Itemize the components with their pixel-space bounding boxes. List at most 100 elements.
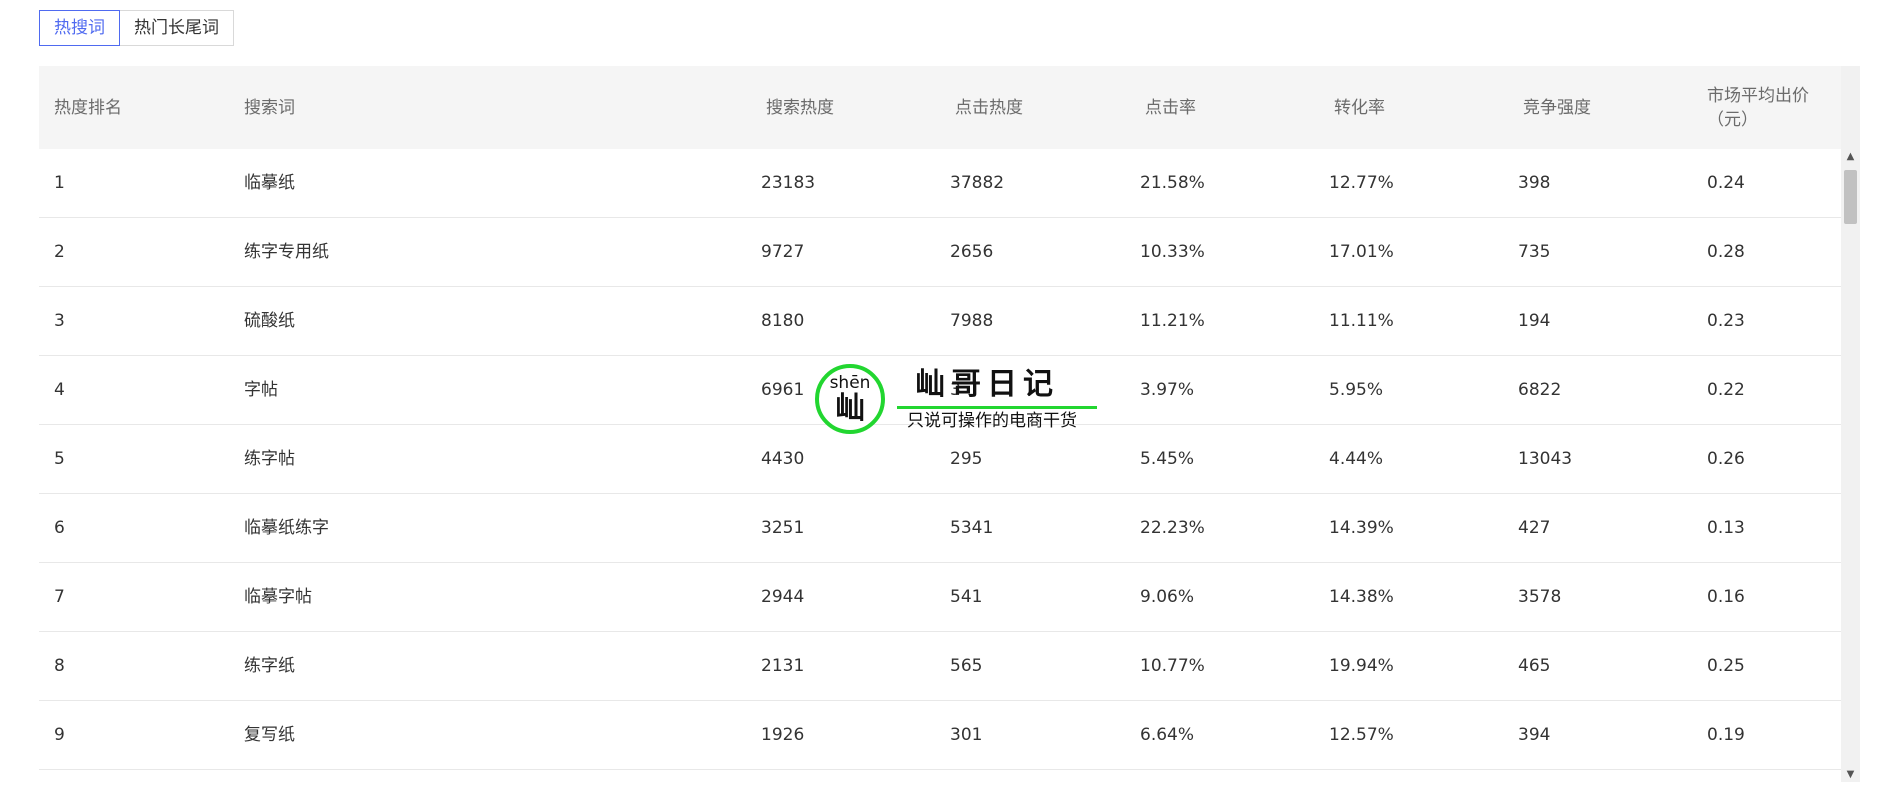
cell-click-rate: 6.64% bbox=[1140, 725, 1195, 745]
cell-search-heat: 1926 bbox=[761, 725, 805, 745]
cell-avg-bid: 0.16 bbox=[1707, 587, 1745, 607]
cell-keyword: 练字专用纸 bbox=[244, 242, 329, 262]
cell-click-heat: 7988 bbox=[950, 311, 994, 331]
header-click-rate[interactable]: 点击率 bbox=[1145, 66, 1196, 149]
scrollbar-thumb[interactable] bbox=[1844, 170, 1857, 224]
cell-conversion-rate: 14.38% bbox=[1329, 587, 1394, 607]
table-row[interactable]: 1 临摹纸 23183 37882 21.58% 12.77% 398 0.24 bbox=[39, 149, 1851, 218]
cell-rank: 4 bbox=[54, 380, 65, 400]
cell-keyword: 临摹纸练字 bbox=[244, 518, 329, 538]
cell-conversion-rate: 12.57% bbox=[1329, 725, 1394, 745]
cell-rank: 6 bbox=[54, 518, 65, 538]
cell-conversion-rate: 4.44% bbox=[1329, 449, 1384, 469]
cell-click-rate: 3.97% bbox=[1140, 380, 1195, 400]
cell-rank: 7 bbox=[54, 587, 65, 607]
logo-pinyin: shēn bbox=[829, 373, 871, 393]
cell-click-heat: 5341 bbox=[950, 518, 994, 538]
header-competition[interactable]: 竞争强度 bbox=[1523, 66, 1591, 149]
header-conversion-rate[interactable]: 转化率 bbox=[1334, 66, 1385, 149]
cell-conversion-rate: 12.77% bbox=[1329, 173, 1394, 193]
header-click-heat[interactable]: 点击热度 bbox=[955, 66, 1023, 149]
tab-bar: 热搜词 热门长尾词 bbox=[39, 10, 234, 46]
cell-click-heat: 2656 bbox=[950, 242, 994, 262]
table-header: 热度排名 搜索词 搜索热度 点击热度 点击率 转化率 竞争强度 市场平均出价（元… bbox=[39, 66, 1851, 149]
header-keyword[interactable]: 搜索词 bbox=[244, 66, 295, 149]
cell-competition: 3578 bbox=[1518, 587, 1562, 607]
cell-search-heat: 8180 bbox=[761, 311, 805, 331]
table-body: 1 临摹纸 23183 37882 21.58% 12.77% 398 0.24 2 练字专用纸 9… bbox=[39, 149, 1851, 770]
cell-conversion-rate: 14.39% bbox=[1329, 518, 1394, 538]
cell-click-heat: 37882 bbox=[950, 173, 1005, 193]
cell-competition: 427 bbox=[1518, 518, 1551, 538]
cell-rank: 9 bbox=[54, 725, 65, 745]
cell-rank: 1 bbox=[54, 173, 65, 193]
cell-avg-bid: 0.25 bbox=[1707, 656, 1745, 676]
cell-avg-bid: 0.28 bbox=[1707, 242, 1745, 262]
cell-avg-bid: 0.23 bbox=[1707, 311, 1745, 331]
cell-keyword: 临摹字帖 bbox=[244, 587, 312, 607]
cell-competition: 194 bbox=[1518, 311, 1551, 331]
watermark-logo: shēn 屾 屾哥日记 只说可操作的电商干货 bbox=[815, 364, 1097, 444]
header-avg-bid[interactable]: 市场平均出价（元） bbox=[1707, 66, 1817, 149]
cell-search-heat: 2131 bbox=[761, 656, 805, 676]
table-row[interactable]: 3 硫酸纸 8180 7988 11.21% 11.11% 194 0.23 bbox=[39, 287, 1851, 356]
cell-keyword: 字帖 bbox=[244, 380, 278, 400]
cell-avg-bid: 0.24 bbox=[1707, 173, 1745, 193]
cell-click-rate: 21.58% bbox=[1140, 173, 1205, 193]
logo-character: 屾 bbox=[835, 391, 865, 426]
cell-competition: 465 bbox=[1518, 656, 1551, 676]
cell-rank: 8 bbox=[54, 656, 65, 676]
cell-click-heat: 301 bbox=[950, 725, 983, 745]
cell-search-heat: 2944 bbox=[761, 587, 805, 607]
cell-click-rate: 10.77% bbox=[1140, 656, 1205, 676]
cell-search-heat: 9727 bbox=[761, 242, 805, 262]
table-row[interactable]: 6 临摹纸练字 3251 5341 22.23% 14.39% 427 0.13 bbox=[39, 494, 1851, 563]
cell-conversion-rate: 11.11% bbox=[1329, 311, 1394, 331]
cell-competition: 398 bbox=[1518, 173, 1551, 193]
logo-underline bbox=[897, 406, 1097, 409]
cell-keyword: 练字帖 bbox=[244, 449, 295, 469]
cell-keyword: 练字纸 bbox=[244, 656, 295, 676]
cell-rank: 2 bbox=[54, 242, 65, 262]
cell-keyword: 复写纸 bbox=[244, 725, 295, 745]
table-row[interactable]: 7 临摹字帖 2944 541 9.06% 14.38% 3578 0.16 bbox=[39, 563, 1851, 632]
cell-avg-bid: 0.22 bbox=[1707, 380, 1745, 400]
logo-subtitle: 只说可操作的电商干货 bbox=[907, 411, 1077, 431]
cell-competition: 394 bbox=[1518, 725, 1551, 745]
cell-search-heat: 23183 bbox=[761, 173, 816, 193]
triangle-down-icon[interactable]: ▼ bbox=[1841, 768, 1860, 782]
tab-hot-long-tail-words[interactable]: 热门长尾词 bbox=[119, 10, 234, 46]
cell-rank: 5 bbox=[54, 449, 65, 469]
cell-keyword: 硫酸纸 bbox=[244, 311, 295, 331]
cell-click-heat: 541 bbox=[950, 587, 983, 607]
cell-conversion-rate: 5.95% bbox=[1329, 380, 1384, 400]
header-search-heat[interactable]: 搜索热度 bbox=[766, 66, 834, 149]
cell-click-rate: 11.21% bbox=[1140, 311, 1205, 331]
cell-click-heat: 565 bbox=[950, 656, 983, 676]
cell-rank: 3 bbox=[54, 311, 65, 331]
cell-search-heat: 4430 bbox=[761, 449, 805, 469]
cell-click-rate: 5.45% bbox=[1140, 449, 1195, 469]
cell-keyword: 临摹纸 bbox=[244, 173, 295, 193]
cell-competition: 735 bbox=[1518, 242, 1551, 262]
logo-title: 屾哥日记 bbox=[915, 367, 1059, 402]
cell-conversion-rate: 19.94% bbox=[1329, 656, 1394, 676]
header-rank[interactable]: 热度排名 bbox=[54, 66, 122, 149]
cell-click-rate: 10.33% bbox=[1140, 242, 1205, 262]
table-row[interactable]: 9 复写纸 1926 301 6.64% 12.57% 394 0.19 bbox=[39, 701, 1851, 770]
cell-click-rate: 22.23% bbox=[1140, 518, 1205, 538]
table-row[interactable]: 8 练字纸 2131 565 10.77% 19.94% 465 0.25 bbox=[39, 632, 1851, 701]
tab-hot-search-words[interactable]: 热搜词 bbox=[39, 10, 120, 46]
cell-avg-bid: 0.26 bbox=[1707, 449, 1745, 469]
vertical-scrollbar[interactable]: ▲ ▼ bbox=[1841, 66, 1860, 782]
triangle-up-icon[interactable]: ▲ bbox=[1841, 150, 1860, 164]
cell-conversion-rate: 17.01% bbox=[1329, 242, 1394, 262]
cell-search-heat: 6961 bbox=[761, 380, 805, 400]
cell-avg-bid: 0.19 bbox=[1707, 725, 1745, 745]
cell-search-heat: 3251 bbox=[761, 518, 805, 538]
cell-competition: 6822 bbox=[1518, 380, 1562, 400]
cell-click-rate: 9.06% bbox=[1140, 587, 1195, 607]
cell-avg-bid: 0.13 bbox=[1707, 518, 1745, 538]
cell-competition: 13043 bbox=[1518, 449, 1573, 469]
table-row[interactable]: 2 练字专用纸 9727 2656 10.33% 17.01% 735 0.28 bbox=[39, 218, 1851, 287]
